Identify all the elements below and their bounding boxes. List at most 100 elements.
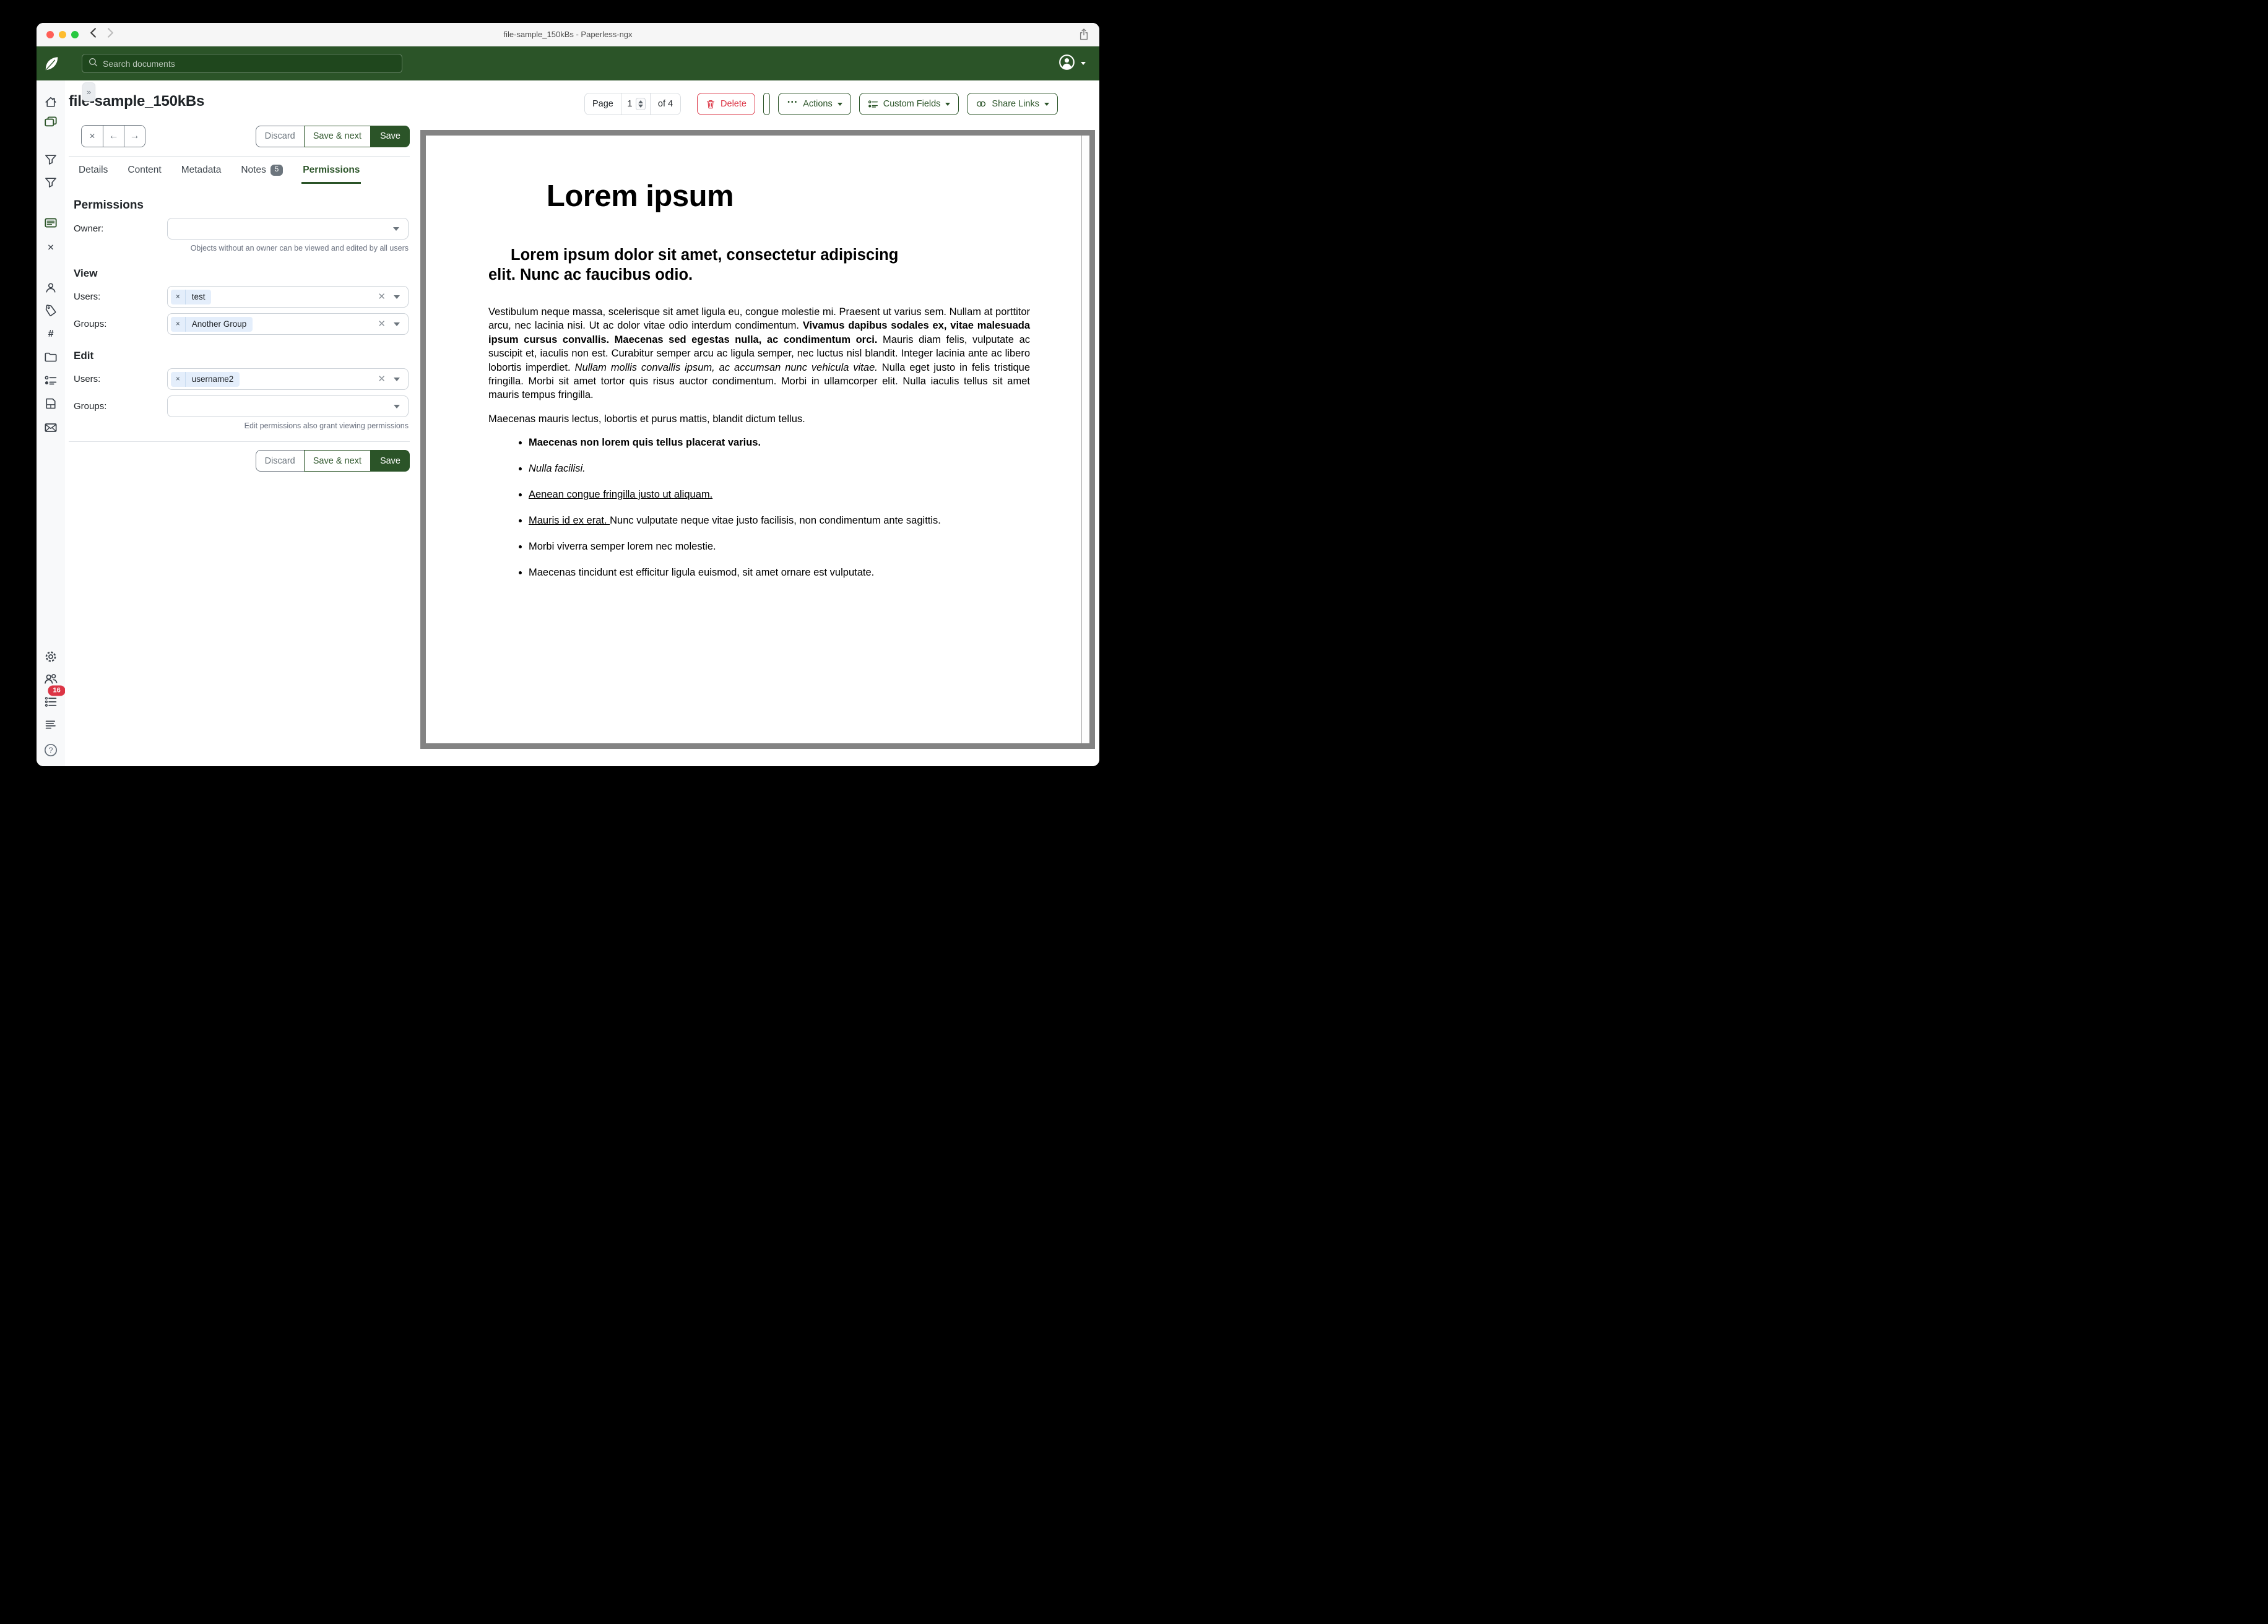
view-users-select[interactable]: × test ✕ <box>167 286 409 308</box>
edit-users-label: Users: <box>69 374 167 384</box>
previous-document-button[interactable]: ← <box>103 126 124 147</box>
detail-tabs: Details Content Metadata Notes5 Permissi… <box>69 157 410 184</box>
custom-fields-icon <box>868 99 878 110</box>
sidebar-item-custom-fields[interactable] <box>45 374 58 387</box>
discard-button[interactable]: Discard <box>256 450 305 472</box>
chevron-down-icon[interactable] <box>393 227 399 231</box>
owner-select[interactable] <box>167 218 409 240</box>
edit-groups-label: Groups: <box>69 401 167 412</box>
list-item: Aenean congue fringilla justo ut aliquam… <box>529 488 1030 502</box>
pdf-page: Lorem ipsum Lorem ipsum dolor sit amet, … <box>426 136 1089 580</box>
edit-groups-select[interactable] <box>167 395 409 417</box>
list-item: Maecenas non lorem quis tellus placerat … <box>529 436 1030 450</box>
sidebar-item-tasks[interactable]: 16 <box>45 696 58 709</box>
chevron-down-icon[interactable] <box>394 295 400 299</box>
browser-back-icon[interactable] <box>90 28 97 41</box>
document-detail-panel: file-sample_150kBs ✕ ← → Discard Save & … <box>69 80 410 472</box>
sidebar-item-filter[interactable] <box>45 153 57 166</box>
chevron-down-icon[interactable] <box>394 405 400 408</box>
document-preview[interactable]: Lorem ipsum Lorem ipsum dolor sit amet, … <box>420 130 1095 749</box>
clear-field-icon[interactable]: ✕ <box>378 374 386 384</box>
download-split-button: Download <box>763 93 770 115</box>
page-title: file-sample_150kBs <box>69 93 410 110</box>
sidebar-item-help[interactable]: ? <box>44 743 58 758</box>
save-button[interactable]: Save <box>371 450 410 472</box>
share-icon[interactable] <box>1078 28 1089 41</box>
page-stepper[interactable] <box>636 98 646 110</box>
save-next-button[interactable]: Save & next <box>304 450 371 472</box>
remove-chip-icon[interactable]: × <box>171 372 186 387</box>
tasks-badge: 16 <box>48 686 66 696</box>
sidebar-item-tags[interactable] <box>45 304 57 317</box>
owner-label: Owner: <box>69 223 167 234</box>
search-bar <box>82 54 402 73</box>
zoom-window-button[interactable] <box>71 31 79 38</box>
list-item: Mauris id ex erat. Nunc vulputate neque … <box>529 514 1030 528</box>
document-heading: Lorem ipsum <box>488 179 792 214</box>
browser-forward-icon[interactable] <box>107 28 114 41</box>
tab-metadata[interactable]: Metadata <box>180 165 223 184</box>
sidebar-item-document-types[interactable] <box>45 351 58 364</box>
view-groups-select[interactable]: × Another Group ✕ <box>167 313 409 335</box>
chevron-down-icon <box>1081 62 1086 65</box>
notes-count-badge: 5 <box>271 165 283 176</box>
document-nav-group: ✕ ← → <box>81 125 145 147</box>
sidebar-item-saved-views[interactable] <box>45 397 57 410</box>
sidebar-item-correspondents[interactable] <box>45 282 57 294</box>
discard-button[interactable]: Discard <box>256 126 305 147</box>
window-title: file-sample_150kBs - Paperless-ngx <box>37 30 1099 39</box>
document-subtitle: Lorem ipsum dolor sit amet, consectetur … <box>488 246 925 285</box>
link-icon <box>976 99 987 109</box>
paperless-logo[interactable] <box>37 55 65 72</box>
app-window: file-sample_150kBs - Paperless-ngx <box>37 23 1099 766</box>
titlebar: file-sample_150kBs - Paperless-ngx <box>37 23 1099 46</box>
next-document-button[interactable]: → <box>124 126 145 147</box>
sidebar-item-logs[interactable] <box>45 719 57 731</box>
sidebar-item-mail[interactable] <box>45 421 58 434</box>
close-document-button[interactable]: ✕ <box>82 126 103 147</box>
user-menu[interactable] <box>1058 54 1086 74</box>
document-paragraph: Maecenas mauris lectus, lobortis et puru… <box>488 413 1030 425</box>
sidebar-item-storage-paths[interactable]: # <box>48 329 54 340</box>
search-input[interactable] <box>103 59 396 69</box>
custom-fields-button[interactable]: Custom Fields <box>859 93 959 115</box>
page-navigation: Page of4 <box>584 93 681 115</box>
share-links-button[interactable]: Share Links <box>967 93 1058 115</box>
preview-scrollbar[interactable] <box>1081 136 1089 743</box>
clear-field-icon[interactable]: ✕ <box>378 292 386 301</box>
group-chip: × Another Group <box>171 317 253 332</box>
avatar-icon <box>1058 54 1075 74</box>
sidebar-expand-button[interactable]: » <box>82 82 95 102</box>
download-button[interactable]: Download <box>764 93 770 114</box>
document-paragraph: Vestibulum neque massa, scelerisque sit … <box>488 305 1030 402</box>
tab-permissions[interactable]: Permissions <box>301 165 361 184</box>
window-controls <box>46 31 79 38</box>
actions-dropdown-button[interactable]: ⋯ Actions <box>778 93 851 115</box>
tab-content[interactable]: Content <box>126 165 162 184</box>
minimize-window-button[interactable] <box>59 31 66 38</box>
tab-notes[interactable]: Notes5 <box>240 165 284 184</box>
remove-chip-icon[interactable]: × <box>171 317 186 332</box>
sidebar-item-close[interactable]: ✕ <box>47 243 54 253</box>
close-window-button[interactable] <box>46 31 54 38</box>
save-next-button[interactable]: Save & next <box>304 126 371 147</box>
sidebar-item-users-groups[interactable] <box>44 672 58 686</box>
search-icon <box>89 58 98 70</box>
chevron-down-icon[interactable] <box>394 322 400 326</box>
delete-button[interactable]: Delete <box>697 93 755 115</box>
clear-field-icon[interactable]: ✕ <box>378 319 386 329</box>
edit-users-select[interactable]: × username2 ✕ <box>167 368 409 390</box>
sidebar-item-documents[interactable] <box>45 116 58 129</box>
save-button[interactable]: Save <box>371 126 410 147</box>
page-number-input[interactable] <box>625 99 634 109</box>
svg-text:?: ? <box>48 745 53 754</box>
remove-chip-icon[interactable]: × <box>171 290 186 304</box>
view-users-label: Users: <box>69 292 167 302</box>
document-bullet-list: Maecenas non lorem quis tellus placerat … <box>488 436 1030 581</box>
sidebar-item-filter-alt[interactable] <box>45 176 57 189</box>
sidebar-item-notes-card[interactable] <box>45 217 58 230</box>
sidebar-item-home[interactable] <box>45 96 57 108</box>
tab-details[interactable]: Details <box>77 165 109 184</box>
chevron-down-icon[interactable] <box>394 378 400 381</box>
sidebar-item-settings[interactable] <box>45 650 58 663</box>
